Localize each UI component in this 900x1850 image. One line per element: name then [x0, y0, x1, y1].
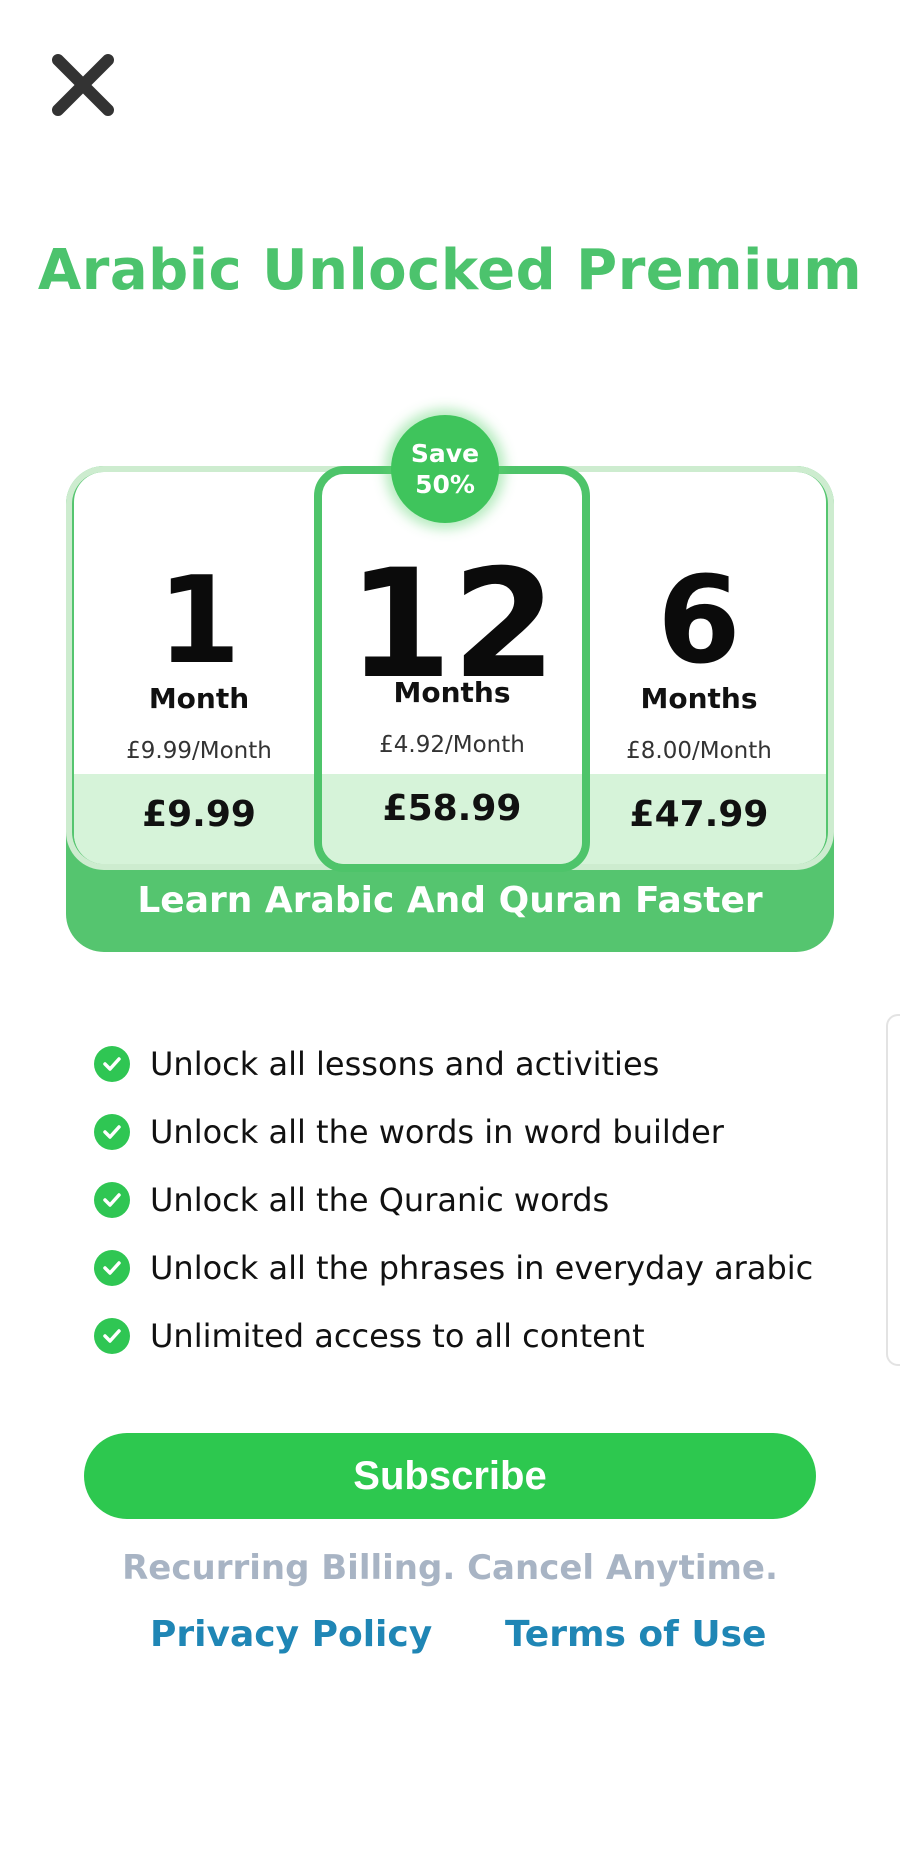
plan-unit: Month [148, 682, 250, 715]
save-badge-line2: 50% [415, 470, 475, 499]
check-icon [94, 1250, 130, 1286]
close-icon [52, 54, 114, 116]
plan-total: £47.99 [629, 794, 769, 835]
feature-text: Unlock all the phrases in everyday arabi… [150, 1249, 814, 1287]
plan-unit: Months [640, 682, 758, 715]
plan-number: 1 [157, 552, 241, 691]
feature-text: Unlock all lessons and activities [150, 1045, 660, 1083]
plan-per-month: £9.99/Month [126, 738, 272, 764]
check-icon [94, 1114, 130, 1150]
plan-per-month: £8.00/Month [626, 738, 772, 764]
check-icon [94, 1318, 130, 1354]
plan-total: £58.99 [382, 788, 522, 829]
feature-text: Unlock all the words in word builder [150, 1113, 724, 1151]
list-item: Unlock all lessons and activities [94, 1030, 854, 1098]
billing-note: Recurring Billing. Cancel Anytime. [122, 1548, 778, 1588]
check-icon [94, 1046, 130, 1082]
plan-6-months[interactable]: 6 Months £8.00/Month £47.99 [574, 472, 824, 864]
save-badge-line1: Save [410, 438, 480, 468]
feature-text: Unlock all the Quranic words [150, 1181, 610, 1219]
privacy-policy-link[interactable]: Privacy Policy [150, 1614, 432, 1655]
plan-number: 6 [657, 552, 741, 691]
plan-unit: Months [393, 676, 511, 709]
close-button[interactable] [48, 50, 118, 120]
terms-of-use-link[interactable]: Terms of Use [505, 1614, 766, 1655]
side-panel-edge[interactable] [886, 1014, 900, 1366]
subscribe-button[interactable]: Subscribe [84, 1433, 816, 1519]
plan-1-month[interactable]: 1 Month £9.99/Month £9.99 [74, 472, 324, 864]
page-title: Arabic Unlocked Premium [37, 238, 863, 303]
plan-12-months-selected[interactable]: 12 Months £4.92/Month £58.99 [314, 466, 590, 872]
list-item: Unlock all the Quranic words [94, 1166, 854, 1234]
feature-list: Unlock all lessons and activities Unlock… [94, 1030, 854, 1370]
tagline: Learn Arabic And Quran Faster [137, 880, 763, 921]
list-item: Unlock all the words in word builder [94, 1098, 854, 1166]
feature-text: Unlimited access to all content [150, 1317, 645, 1355]
save-badge: Save 50% [391, 415, 499, 523]
check-icon [94, 1182, 130, 1218]
plan-per-month: £4.92/Month [379, 732, 525, 758]
plan-total: £9.99 [142, 794, 256, 835]
list-item: Unlock all the phrases in everyday arabi… [94, 1234, 854, 1302]
list-item: Unlimited access to all content [94, 1302, 854, 1370]
